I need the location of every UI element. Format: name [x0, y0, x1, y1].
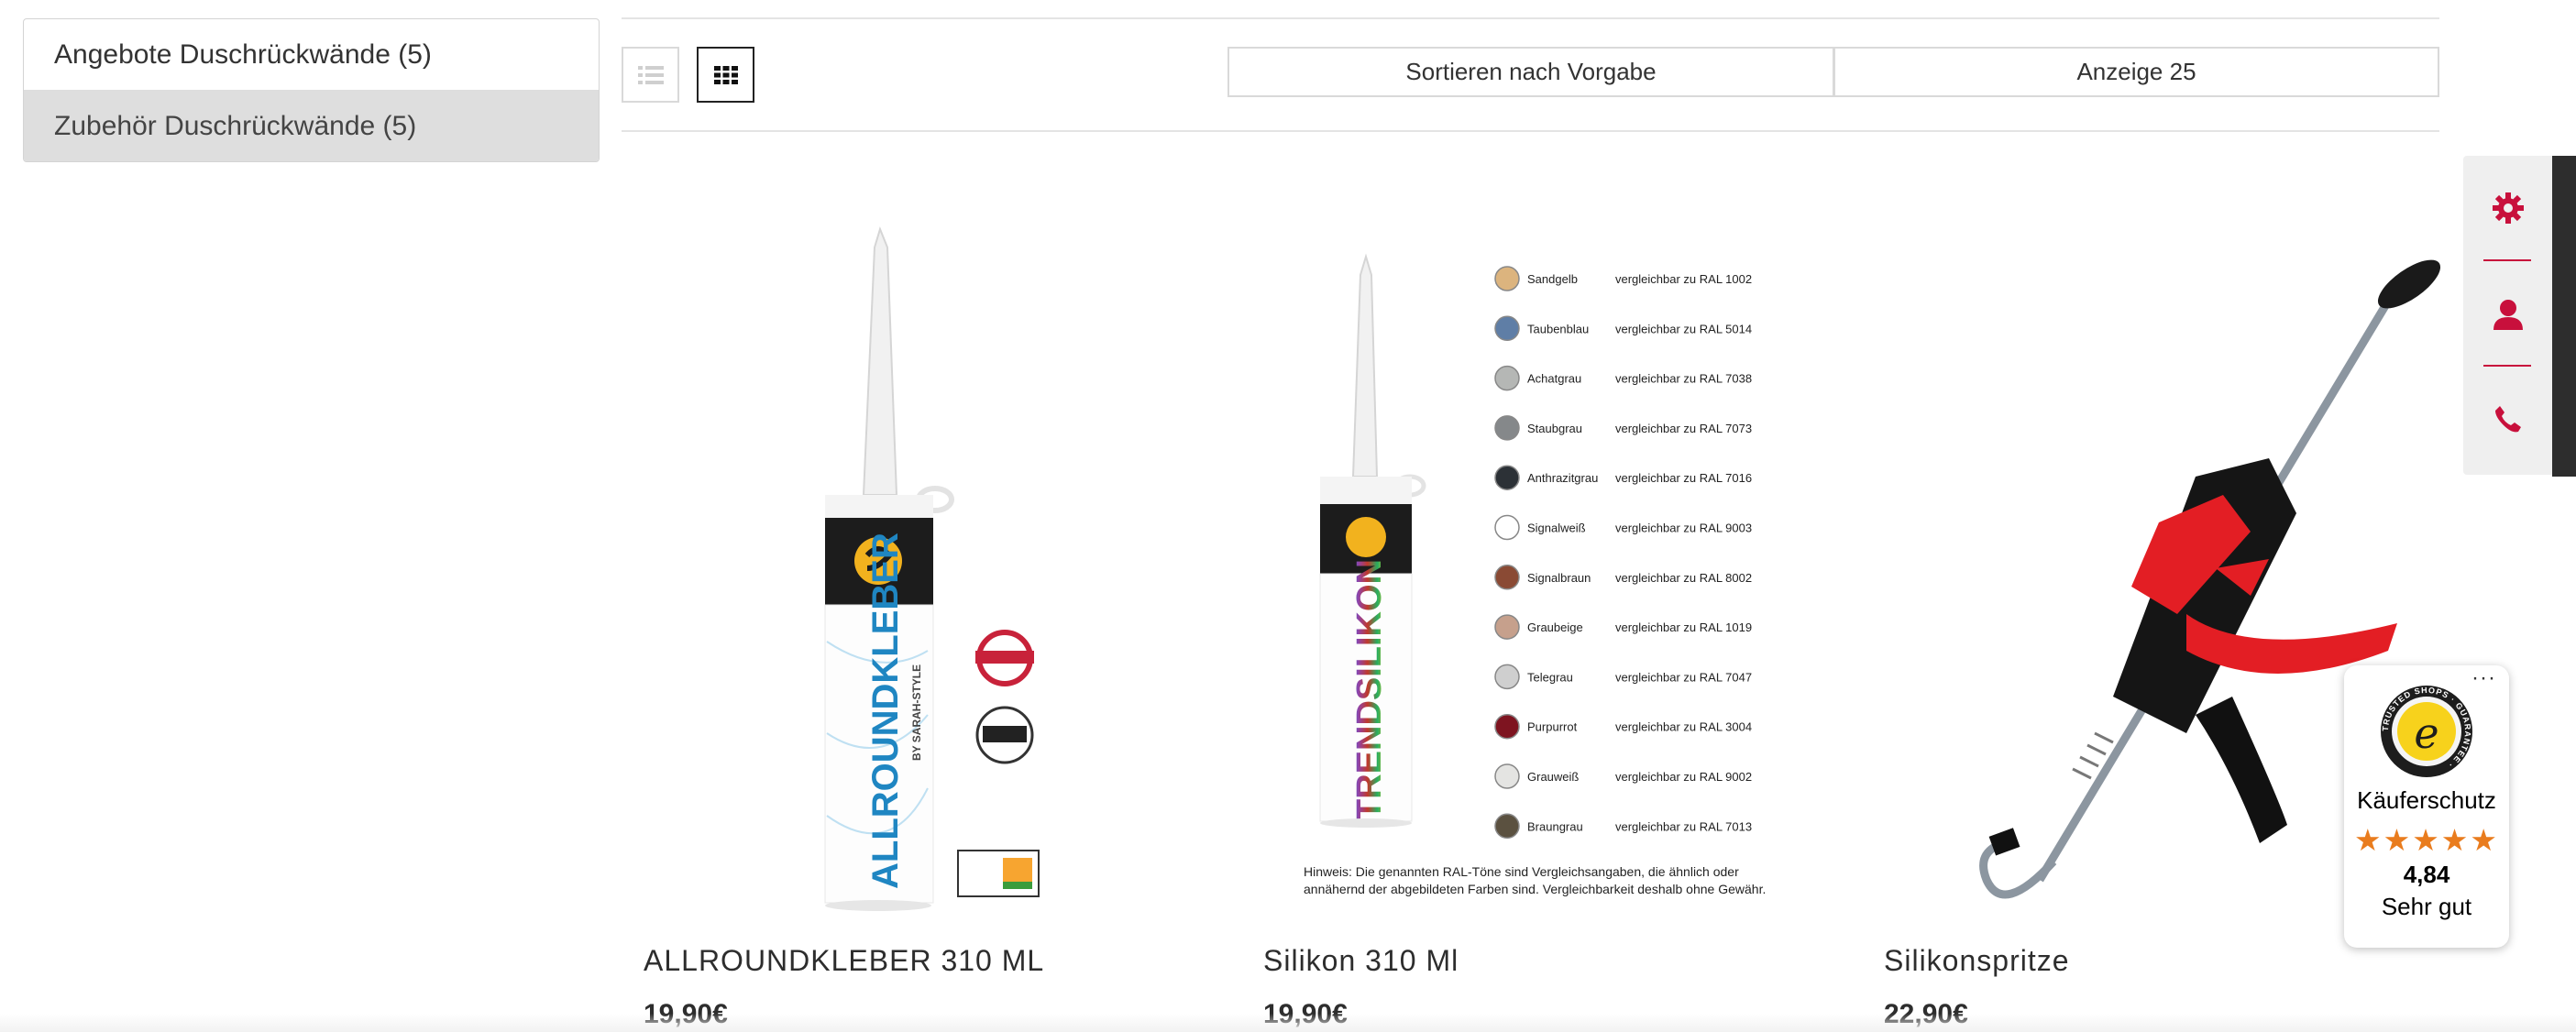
account-button[interactable]: [2463, 287, 2552, 342]
category-item-angebote[interactable]: Angebote Duschrückwände (5): [24, 19, 599, 90]
color-name: Purpurrot: [1527, 720, 1578, 734]
grid-view-button[interactable]: [697, 47, 754, 103]
color-ral: vergleichbar zu RAL 1002: [1615, 272, 1752, 286]
color-swatch: [1494, 565, 1520, 590]
bottom-shadow: [0, 1014, 2576, 1032]
rating-score: 4,84: [2403, 861, 2450, 888]
color-name: Achatgrau: [1527, 372, 1581, 386]
color-ral: vergleichbar zu RAL 3004: [1615, 720, 1752, 734]
user-icon: [2493, 300, 2523, 330]
rating-stars: ★★★★★: [2354, 823, 2499, 857]
buyer-protection-label: Käuferschutz: [2357, 786, 2496, 814]
color-ral: vergleichbar zu RAL 1019: [1615, 620, 1752, 634]
color-name: Signalbraun: [1527, 571, 1591, 585]
color-name: Braungrau: [1527, 819, 1583, 833]
color-note-line1: Hinweis: Die genannten RAL-Töne sind Ver…: [1304, 864, 1739, 879]
color-ral: vergleichbar zu RAL 9003: [1615, 521, 1752, 535]
color-name: Grauweiß: [1527, 770, 1579, 784]
color-ral: vergleichbar zu RAL 7013: [1615, 819, 1752, 833]
scrollbar[interactable]: [2552, 156, 2576, 477]
color-ral: vergleichbar zu RAL 5014: [1615, 322, 1752, 335]
category-item-zubehoer[interactable]: Zubehör Duschrückwände (5): [24, 90, 599, 161]
toolbar-bottom-divider: [622, 130, 2439, 132]
color-swatch: [1494, 664, 1520, 690]
color-ral: vergleichbar zu RAL 8002: [1615, 571, 1752, 585]
product-name-silikonspritze[interactable]: Silikonspritze: [1884, 944, 2070, 978]
more-options-icon[interactable]: ···: [2471, 665, 2496, 691]
color-name: Graubeige: [1527, 620, 1583, 634]
product-label-allroundkleber: ALLROUNDKLEBER: [865, 532, 906, 889]
color-ral: vergleichbar zu RAL 7047: [1615, 670, 1752, 684]
color-name: Signalweiß: [1527, 521, 1586, 535]
gear-icon: [2492, 192, 2524, 224]
color-name: Sandgelb: [1527, 272, 1578, 286]
color-name: Anthrazitgrau: [1527, 471, 1598, 485]
color-swatch: [1494, 763, 1520, 789]
color-swatch: [1494, 365, 1520, 391]
svg-text:e: e: [2414, 708, 2438, 758]
product-image-silikon[interactable]: TRENDSILIKON Sandgelb vergleichbar zu RAL…: [1263, 220, 1850, 926]
display-count-select[interactable]: Anzeige 25: [1833, 47, 2439, 97]
trusted-shops-badge[interactable]: ··· e TRUSTED SHOPS · GUARANTEE · Käufer…: [2344, 665, 2509, 948]
color-ral: vergleichbar zu RAL 7038: [1615, 372, 1752, 386]
grid-icon: [713, 65, 738, 84]
category-list: Angebote Duschrückwände (5) Zubehör Dusc…: [23, 18, 600, 162]
product-label-silikon: TRENDSILIKON: [1350, 559, 1389, 820]
color-name: Staubgrau: [1527, 422, 1582, 435]
color-swatch: [1494, 465, 1520, 490]
color-ral: vergleichbar zu RAL 7016: [1615, 471, 1752, 485]
page: Angebote Duschrückwände (5) Zubehör Dusc…: [0, 0, 2576, 1032]
phone-button[interactable]: [2463, 391, 2552, 446]
trusted-shops-seal-icon: e TRUSTED SHOPS · GUARANTEE ·: [2379, 684, 2474, 779]
color-chart: Sandgelb vergleichbar zu RAL 1002 Taubenbl…: [1494, 266, 1752, 840]
color-name: Telegrau: [1527, 670, 1573, 684]
color-swatch: [1494, 813, 1520, 840]
widget-divider: [2483, 365, 2531, 367]
color-note-line2: annähernd der abgebildeten Farben sind. …: [1304, 882, 1766, 896]
color-swatch: [1494, 266, 1520, 291]
color-swatch: [1494, 514, 1520, 541]
settings-button[interactable]: [2463, 181, 2552, 236]
phone-icon: [2494, 406, 2521, 433]
color-ral: vergleichbar zu RAL 9002: [1615, 770, 1752, 784]
product-sublabel-allroundkleber: BY SARAH-STYLE: [910, 664, 923, 761]
product-name-silikon[interactable]: Silikon 310 Ml: [1263, 944, 1459, 978]
color-name: Taubenblau: [1527, 322, 1589, 335]
product-name-allroundkleber[interactable]: ALLROUNDKLEBER 310 ML: [644, 944, 1044, 978]
widget-divider: [2483, 259, 2531, 261]
color-ral: vergleichbar zu RAL 7073: [1615, 422, 1752, 435]
product-image-allroundkleber[interactable]: ALLROUNDKLEBER BY SARAH-STYLE: [644, 220, 1230, 926]
color-swatch: [1494, 415, 1520, 441]
sort-select[interactable]: Sortieren nach Vorgabe: [1227, 47, 1834, 97]
toolbar-top-divider: [622, 17, 2439, 19]
color-swatch: [1494, 315, 1520, 342]
rating-text: Sehr gut: [2381, 893, 2472, 920]
list-icon: [637, 65, 664, 84]
list-view-button[interactable]: [622, 47, 679, 103]
color-swatch: [1494, 614, 1520, 640]
side-contact-widget: [2463, 156, 2552, 475]
color-swatch: [1494, 713, 1520, 740]
